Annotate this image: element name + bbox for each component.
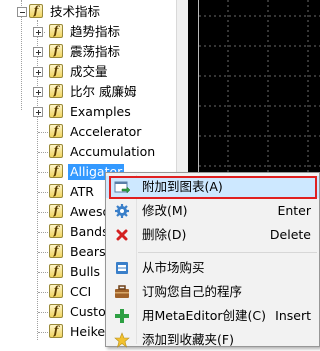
briefcase-icon <box>115 285 129 298</box>
tree-folder-bill-williams[interactable]: f 比尔 威廉姆 <box>0 82 188 102</box>
tree-item-label: Accumulation <box>70 144 156 159</box>
indicator-folder-icon: f <box>49 24 63 38</box>
market-icon <box>116 262 128 274</box>
indicator-folder-icon: f <box>49 44 63 58</box>
indicator-folder-icon: f <box>49 104 63 118</box>
expand-icon[interactable] <box>33 67 43 77</box>
tree-item-label: 趋势指标 <box>70 24 121 39</box>
menu-item-shortcut: Insert <box>275 308 311 323</box>
plus-icon <box>115 309 129 323</box>
chart-grid <box>199 0 320 174</box>
tree-folder-oscillators[interactable]: f 震荡指标 <box>0 42 188 62</box>
chart-area[interactable] <box>188 0 320 174</box>
indicator-icon: f <box>49 144 63 158</box>
indicator-icon: f <box>49 244 63 258</box>
tree-item-indicator[interactable]: f Accumulation <box>0 142 188 162</box>
menu-item-order-program[interactable]: 订购您自己的程序 <box>106 281 319 303</box>
indicator-icon: f <box>49 264 63 278</box>
tree-item-label: ATR <box>70 184 94 199</box>
tree-item-label: Bears <box>70 244 106 259</box>
tree-item-label: 技术指标 <box>50 4 101 19</box>
tree-line <box>38 312 48 313</box>
indicator-folder-icon: f <box>29 4 43 18</box>
menu-item-label: 用MetaEditor创建(C) <box>142 308 267 323</box>
menu-item-add-to-favorites[interactable]: 添加到收藏夹(F) <box>106 329 319 351</box>
expand-icon[interactable] <box>33 87 43 97</box>
menu-item-create-in-metaeditor[interactable]: 用MetaEditor创建(C) Insert <box>106 305 319 327</box>
menu-item-label: 从市场购买 <box>142 260 205 275</box>
menu-item-buy-from-market[interactable]: 从市场购买 <box>106 257 319 279</box>
tree-item-label: 比尔 威廉姆 <box>70 84 137 99</box>
menu-item-modify[interactable]: 修改(M) Enter <box>106 200 319 222</box>
tree-item-label: CCI <box>70 284 92 299</box>
expand-icon[interactable] <box>33 47 43 57</box>
tree-line <box>38 192 48 193</box>
tree-item-indicator[interactable]: f Accelerator <box>0 122 188 142</box>
tree-item-label: Accelerator <box>70 124 142 139</box>
tree-item-label: Bulls <box>70 264 100 279</box>
menu-separator <box>138 252 317 253</box>
indicator-folder-icon: f <box>49 84 63 98</box>
tree-item-label: 震荡指标 <box>70 44 121 59</box>
delete-x-icon <box>116 229 128 241</box>
expand-icon[interactable] <box>33 107 43 117</box>
tree-line <box>38 292 48 293</box>
tree-line <box>38 132 48 133</box>
indicator-icon: f <box>49 124 63 138</box>
tree-item-label: Examples <box>70 104 131 119</box>
menu-item-delete[interactable]: 删除(D) Delete <box>106 224 319 246</box>
indicator-icon: f <box>49 284 63 298</box>
indicator-folder-icon: f <box>49 64 63 78</box>
indicator-icon: f <box>49 324 63 338</box>
menu-item-label: 订购您自己的程序 <box>142 284 243 299</box>
menu-item-shortcut: Delete <box>269 227 311 242</box>
tree-line <box>38 332 48 333</box>
indicator-icon: f <box>49 224 63 238</box>
tree-item-root[interactable]: f 技术指标 <box>0 2 188 22</box>
tree-line <box>38 212 48 213</box>
tree-line <box>38 272 48 273</box>
tree-folder-examples[interactable]: f Examples <box>0 102 188 122</box>
indicator-icon: f <box>49 184 63 198</box>
indicator-icon: f <box>49 164 63 178</box>
menu-item-label: 添加到收藏夹(F) <box>142 332 234 347</box>
menu-item-label: 删除(D) <box>142 227 187 242</box>
star-icon <box>114 332 130 348</box>
menu-item-label: 修改(M) <box>142 203 188 218</box>
expand-icon[interactable] <box>33 27 43 37</box>
tree-item-label: Bands <box>70 224 109 239</box>
tree-folder-volumes[interactable]: f 成交量 <box>0 62 188 82</box>
menu-item-shortcut: Enter <box>277 203 311 218</box>
tree-item-label: 成交量 <box>70 64 108 79</box>
gear-icon <box>115 204 129 218</box>
tree-line <box>38 152 48 153</box>
indicator-icon: f <box>49 204 63 218</box>
tree-line <box>38 232 48 233</box>
collapse-icon[interactable] <box>17 7 27 17</box>
tree-line <box>38 252 48 253</box>
tree-line <box>38 172 48 173</box>
indicator-icon: f <box>49 304 63 318</box>
tree-folder-trend[interactable]: f 趋势指标 <box>0 22 188 42</box>
annotation-highlight-box <box>109 176 317 199</box>
